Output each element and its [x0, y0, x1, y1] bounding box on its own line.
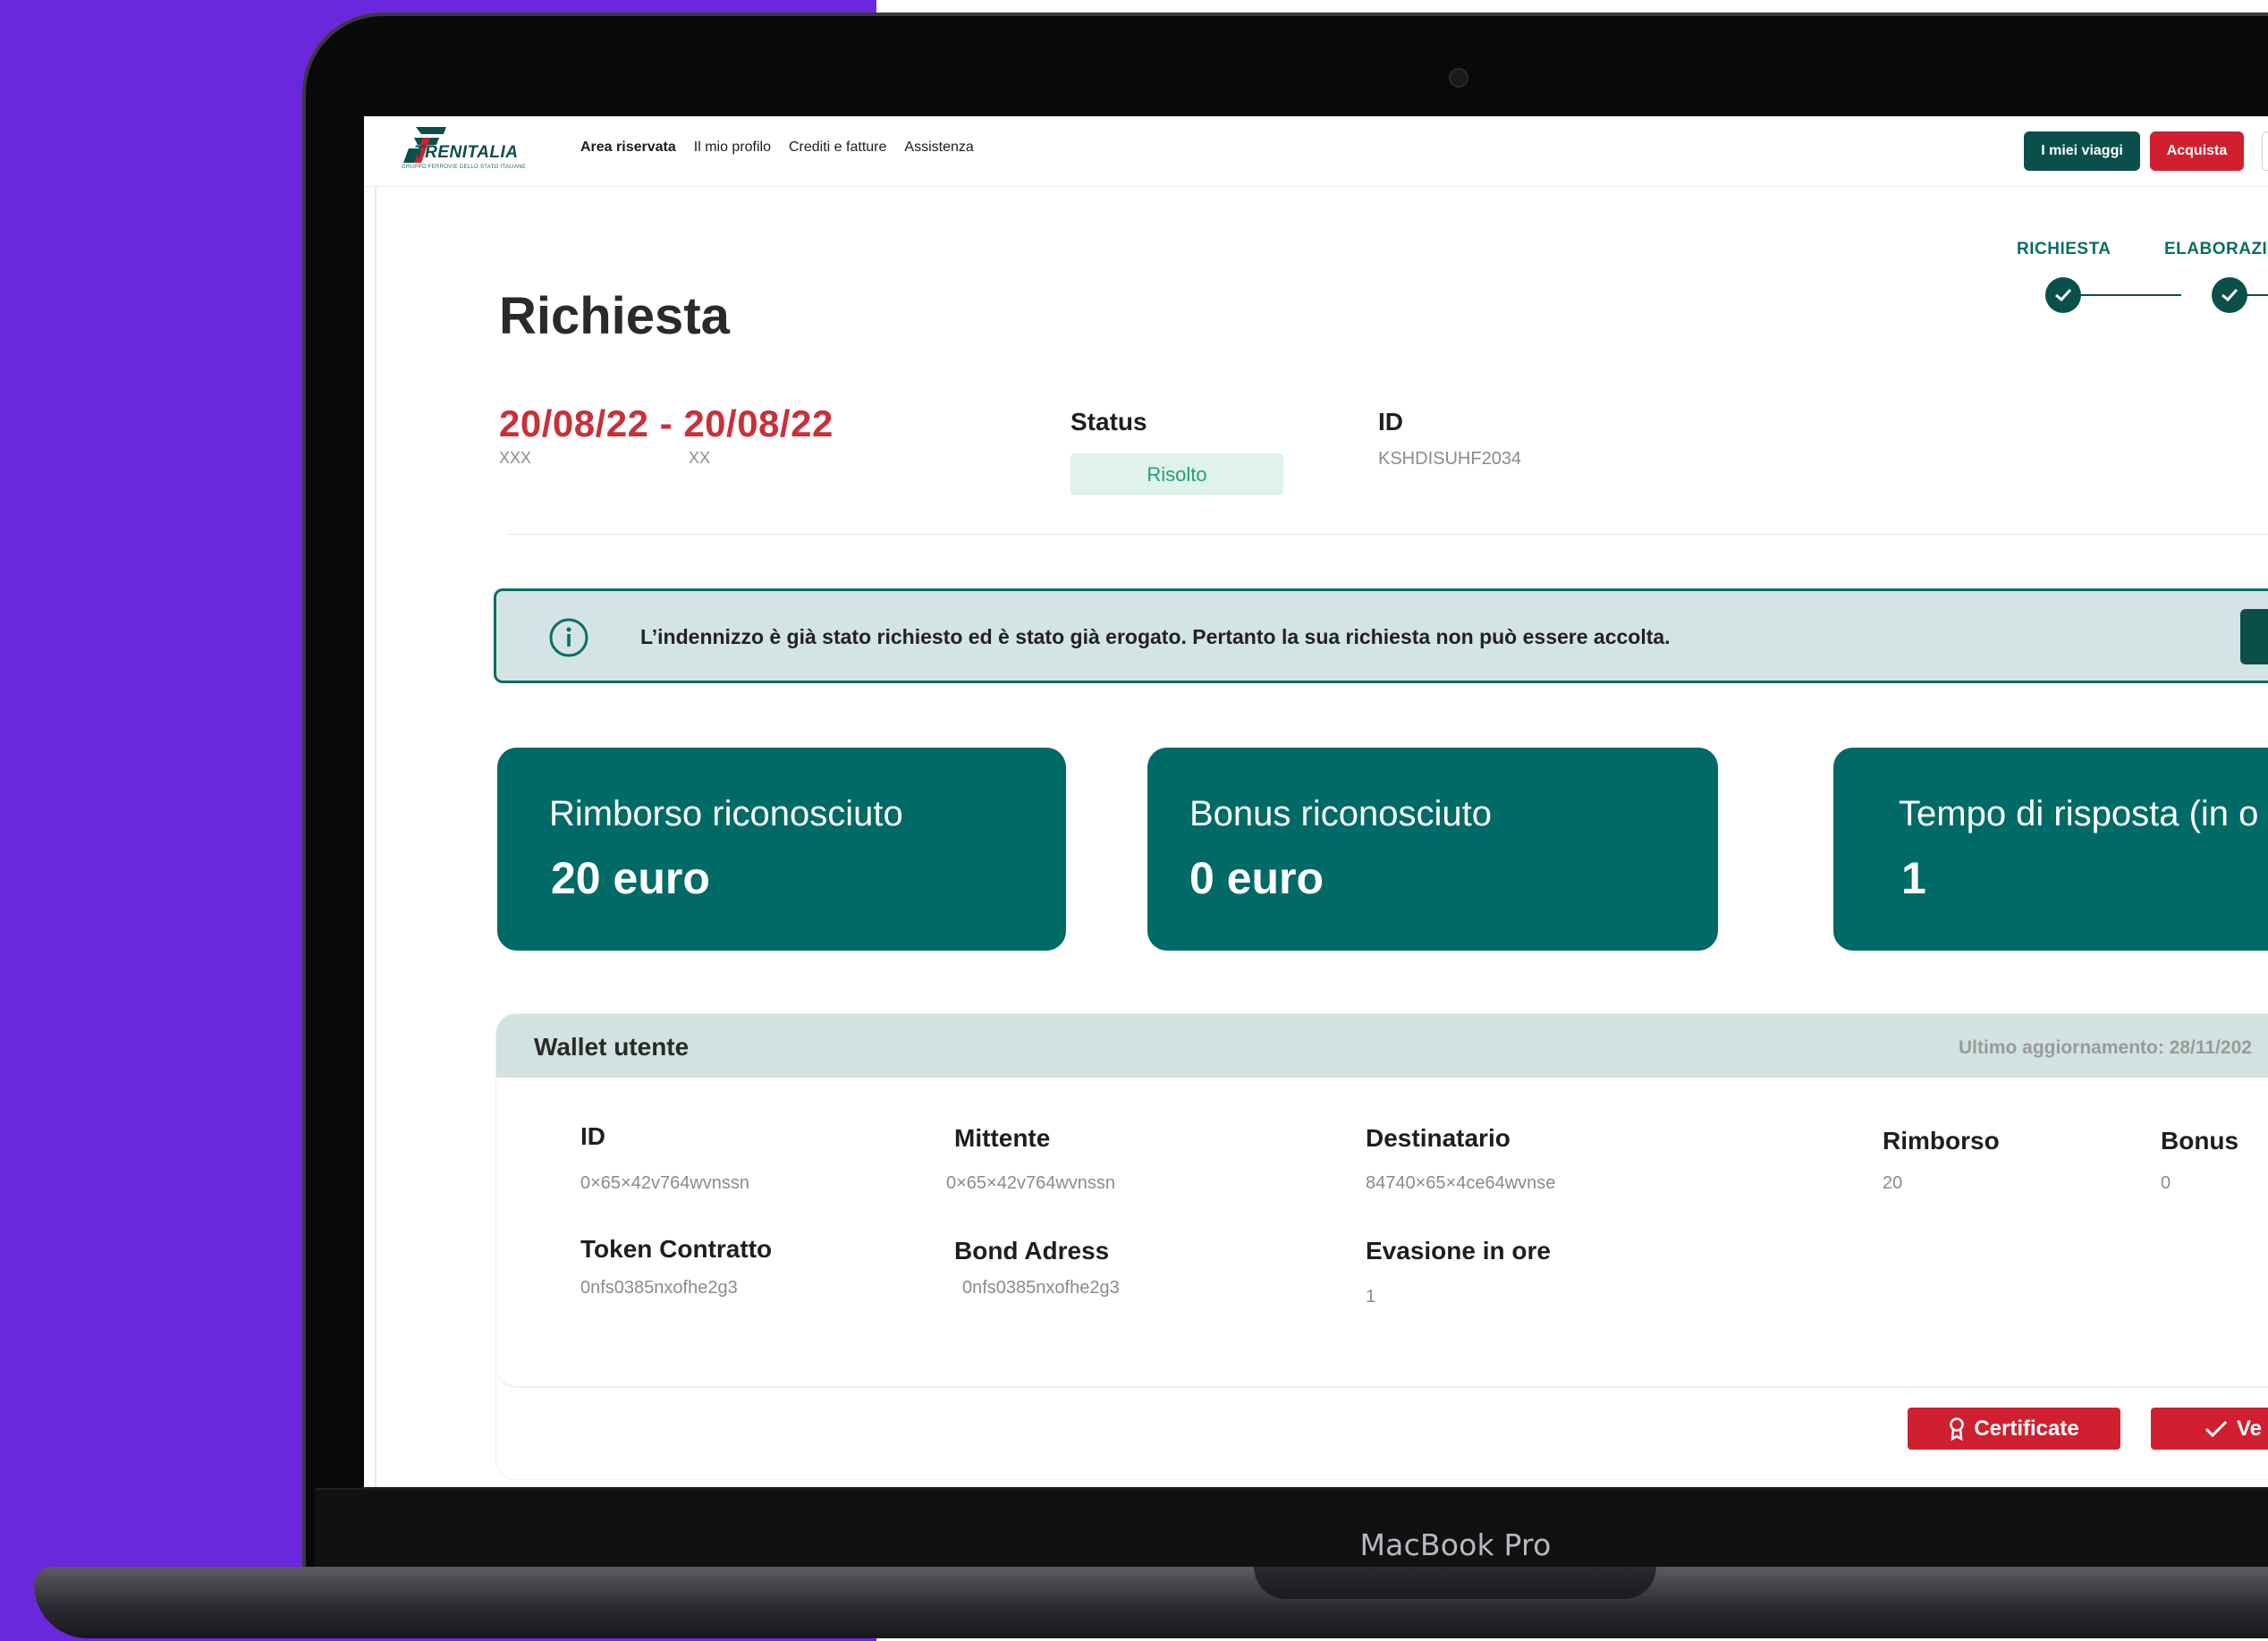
field-label-bonus: Bonus	[2161, 1127, 2239, 1155]
device-brand-label: MacBook Pro	[1359, 1527, 1552, 1562]
field-label-bond-adress: Bond Adress	[954, 1237, 1110, 1265]
wallet-fields: ID 0×65×42v764wvnssn Mittente 0×65×42v76…	[496, 1078, 2268, 1386]
certificate-button[interactable]: Certificate	[1908, 1408, 2120, 1450]
card-value: 1	[1901, 853, 1926, 903]
nav-crediti-fatture[interactable]: Crediti e fatture	[789, 140, 886, 156]
page-border	[375, 186, 377, 1487]
field-label-token-contratto: Token Contratto	[580, 1235, 773, 1263]
info-icon	[549, 618, 588, 657]
field-label-id: ID	[580, 1122, 605, 1150]
certificate-label: Certificate	[1974, 1416, 2079, 1441]
laptop-base-notch	[1254, 1567, 1656, 1599]
banner-action-button[interactable]	[2240, 609, 2268, 664]
logo-subtext: GRUPPO FERROVIE DELLO STATO ITALIANE	[402, 165, 527, 170]
section-divider	[507, 534, 2268, 535]
step-label-elaborazione: ELABORAZI	[2164, 240, 2268, 258]
wallet-last-updated: Ultimo aggiornamento: 28/11/202	[1959, 1037, 2252, 1058]
field-value-destinatario: 84740×65×4ce64wvnse	[1366, 1173, 1556, 1193]
card-title: Bonus riconosciuto	[1189, 794, 1492, 833]
nav-assistenza[interactable]: Assistenza	[904, 140, 973, 156]
field-label-rimborso: Rimborso	[1883, 1127, 2000, 1155]
field-value-rimborso: 20	[1883, 1173, 1903, 1193]
request-dates: 20/08/22 - 20/08/22	[499, 402, 834, 444]
status-badge: Risolto	[1071, 453, 1283, 495]
verify-label: Ve	[2237, 1416, 2263, 1441]
page-title: Richiesta	[499, 287, 730, 345]
step-label-richiesta: RICHIESTA	[2017, 240, 2111, 258]
id-value: KSHDISUHF2034	[1378, 449, 1522, 469]
status-label: Status	[1071, 408, 1147, 436]
field-value-evasione: 1	[1366, 1287, 1376, 1307]
step-check-icon	[2045, 277, 2081, 313]
wallet-title: Wallet utente	[534, 1033, 690, 1061]
wallet-header: Wallet utente Ultimo aggiornamento: 28/1…	[496, 1014, 2268, 1078]
card-rimborso: Rimborso riconosciuto 20 euro	[497, 748, 1066, 951]
info-message: L’indennizzo è già stato richiesto ed è …	[640, 625, 1671, 648]
card-value: 20 euro	[551, 853, 710, 903]
field-label-mittente: Mittente	[954, 1124, 1051, 1152]
card-title: Rimborso riconosciuto	[549, 794, 903, 833]
logo-text: TRENITALIA	[414, 143, 519, 162]
id-label: ID	[1378, 408, 1403, 436]
header-extra-button[interactable]	[2262, 131, 2268, 171]
laptop-screen: TRENITALIA GRUPPO FERROVIE DELLO STATO I…	[364, 116, 2268, 1487]
info-banner: L’indennizzo è già stato richiesto ed è …	[494, 588, 2268, 683]
buy-button[interactable]: Acquista	[2150, 131, 2244, 171]
step-check-icon	[2212, 277, 2247, 313]
card-title: Tempo di risposta (in o	[1899, 794, 2259, 833]
award-icon	[1950, 1417, 1965, 1441]
field-value-token-contratto: 0nfs0385nxofhe2g3	[580, 1278, 738, 1298]
top-header: TRENITALIA GRUPPO FERROVIE DELLO STATO I…	[364, 116, 2268, 187]
field-value-bonus: 0	[2161, 1173, 2171, 1193]
card-bonus: Bonus riconosciuto 0 euro	[1147, 748, 1718, 951]
webcam	[1449, 68, 1468, 88]
field-label-evasione: Evasione in ore	[1366, 1237, 1551, 1265]
nav-mio-profilo[interactable]: Il mio profilo	[694, 140, 771, 156]
laptop-base	[34, 1567, 2268, 1638]
check-icon	[2205, 1420, 2228, 1437]
verify-button[interactable]: Ve	[2151, 1408, 2268, 1450]
date-sub-to: XX	[689, 449, 711, 467]
card-value: 0 euro	[1189, 853, 1324, 903]
my-trips-button[interactable]: I miei viaggi	[2024, 131, 2140, 171]
field-label-destinatario: Destinatario	[1366, 1124, 1511, 1152]
field-value-mittente: 0×65×42v764wvnssn	[946, 1173, 1116, 1193]
nav-area-riservata[interactable]: Area riservata	[580, 140, 676, 156]
field-value-bond-adress: 0nfs0385nxofhe2g3	[962, 1278, 1120, 1298]
field-value-id: 0×65×42v764wvnssn	[580, 1173, 750, 1193]
main-nav: Area riservata Il mio profilo Crediti e …	[580, 140, 974, 156]
card-tempo-risposta: Tempo di risposta (in o 1	[1833, 748, 2268, 951]
date-sub-from: XXX	[499, 449, 532, 467]
